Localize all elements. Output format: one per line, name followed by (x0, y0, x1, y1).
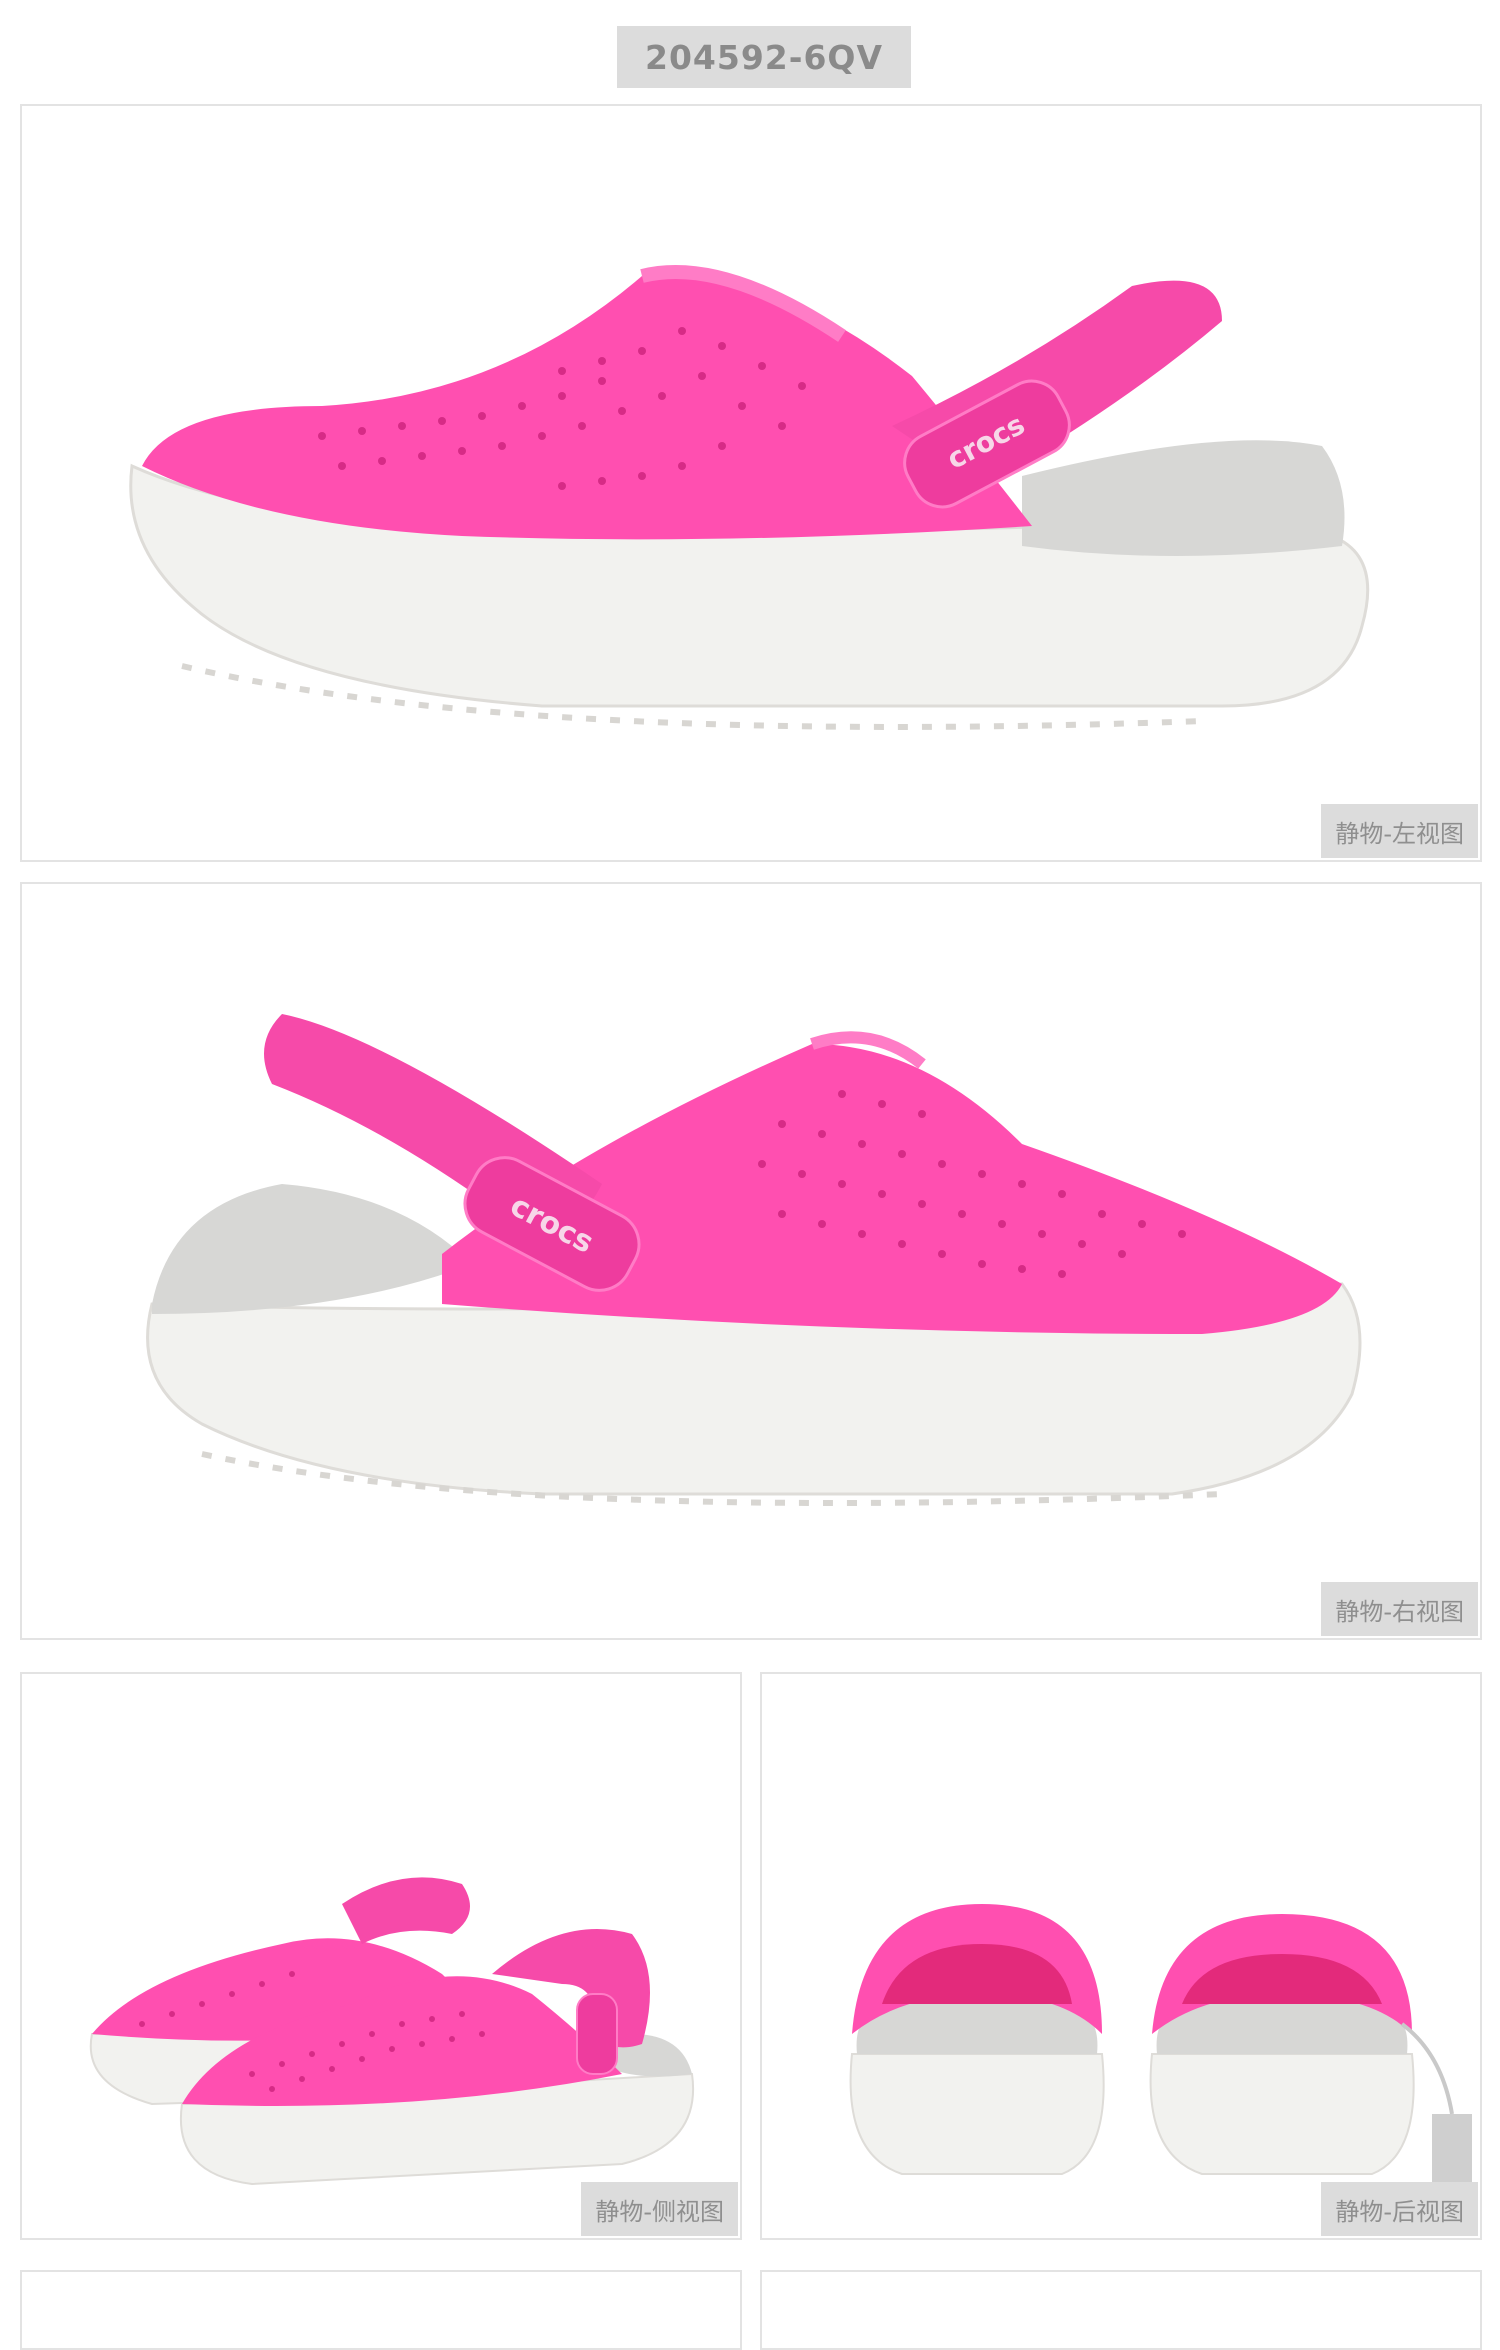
right-view-panel: crocs 静物-右视图 (20, 882, 1482, 1640)
clog-right-view-image: crocs (146, 1014, 1362, 1506)
side-view-caption: 静物-侧视图 (581, 2182, 738, 2236)
left-view-panel: crocs 静物-左视图 (20, 104, 1482, 862)
back-view-panel: 静物-后视图 (760, 1672, 1482, 2240)
clog-left-view-image: crocs (129, 265, 1370, 730)
side-view-panel: 静物-侧视图 (20, 1672, 742, 2240)
back-view-caption: 静物-后视图 (1321, 2182, 1478, 2236)
clog-pair-back-view-image (849, 1904, 1472, 2224)
next-panel-left (20, 2270, 742, 2350)
sku-label: 204592-6QV (617, 26, 911, 88)
next-panel-right (760, 2270, 1482, 2350)
right-view-caption: 静物-右视图 (1321, 1582, 1478, 1636)
clog-pair-side-view-image (89, 1877, 695, 2186)
left-view-caption: 静物-左视图 (1321, 804, 1478, 858)
